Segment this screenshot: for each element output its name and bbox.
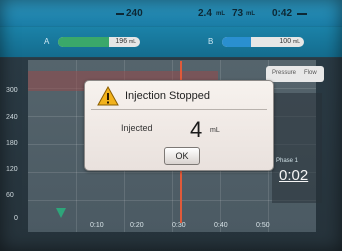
phase-label: Phase 1 — [276, 158, 299, 164]
status-time: 0:42 — [272, 8, 293, 19]
syringe-b-label: B — [208, 37, 214, 46]
y-tick-label: 300 — [6, 87, 18, 94]
start-marker-icon — [56, 208, 66, 218]
x-tick-label: 0:20 — [130, 222, 144, 229]
syringe-a-value: 196 — [115, 38, 128, 45]
syringe-a-fill — [58, 37, 109, 47]
phase-timer: 0:02 — [279, 167, 309, 184]
x-tick-label: 0:10 — [90, 222, 104, 229]
status-bar: 240 2.4 mL 73 mL 0:42 — [0, 0, 342, 26]
syringe-b-value: 100 — [279, 38, 292, 45]
dialog-title: Injection Stopped — [125, 90, 211, 102]
dialog-divider — [91, 109, 267, 110]
status-value-3: 73 — [232, 8, 244, 19]
status-value-2: 2.4 — [198, 8, 212, 19]
syringe-b-fill — [222, 37, 251, 47]
y-tick-label: 60 — [6, 192, 14, 199]
status-dash-1 — [116, 13, 124, 15]
y-tick-label: 120 — [6, 166, 18, 173]
injected-label: Injected — [121, 123, 153, 133]
status-unit-3: mL — [246, 11, 255, 17]
injection-stopped-dialog: Injection Stopped Injected 4 mL OK — [84, 80, 274, 171]
ok-button[interactable]: OK — [164, 147, 200, 165]
status-dash-2 — [297, 13, 307, 15]
syringe-b-volume-bar[interactable]: 100 mL — [222, 37, 304, 47]
x-tick-label: 0:50 — [256, 222, 270, 229]
x-tick-label: 0:30 — [172, 222, 186, 229]
graph-mode-toggle[interactable]: Pressure Flow — [266, 66, 324, 82]
toggle-pressure[interactable]: Pressure — [272, 70, 296, 76]
injected-unit: mL — [210, 127, 220, 134]
injector-screen: 240 2.4 mL 73 mL 0:42 A 196 mL B 100 mL — [0, 0, 342, 251]
y-tick-label: 180 — [6, 140, 18, 147]
syringe-a-volume-bar[interactable]: 196 mL — [58, 37, 140, 47]
injected-value: 4 — [190, 117, 203, 142]
syringe-bar-row: A 196 mL B 100 mL — [0, 27, 342, 57]
syringe-b-unit: mL — [293, 39, 300, 45]
status-unit-2: mL — [216, 11, 225, 17]
syringe-a-label: A — [44, 37, 50, 46]
x-tick-label: 0:40 — [214, 222, 228, 229]
y-tick-label: 240 — [6, 114, 18, 121]
phase-panel — [272, 93, 322, 203]
status-value-1: 240 — [126, 8, 143, 19]
y-tick-label: 0 — [14, 215, 18, 222]
warning-icon — [97, 86, 119, 106]
syringe-a-unit: mL — [129, 39, 136, 45]
toggle-flow[interactable]: Flow — [304, 70, 317, 76]
